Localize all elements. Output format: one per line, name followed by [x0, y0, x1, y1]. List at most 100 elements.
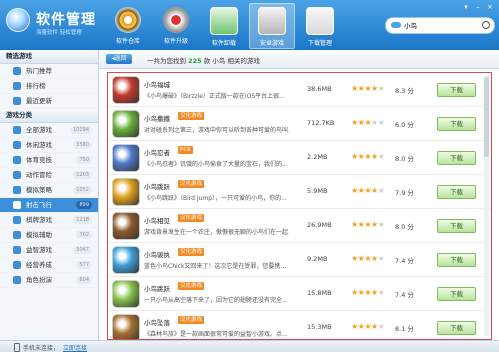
search-input[interactable]	[404, 20, 479, 30]
sidebar-item-management[interactable]: 经营养成 577	[0, 258, 98, 273]
game-size: 5.9MB	[307, 187, 328, 195]
game-name[interactable]: 小鸟跳跃	[144, 181, 170, 191]
download-button[interactable]: 下载	[437, 117, 476, 131]
rating-stars: ★★★★★	[351, 322, 385, 331]
download-button[interactable]: 下载	[437, 151, 476, 165]
game-name[interactable]: 小鸟骏执	[144, 249, 170, 259]
star-icon: ★	[371, 118, 378, 127]
sidebar-item-all[interactable]: 全部游戏 10294	[0, 123, 98, 138]
rating-stars: ★★★★★	[351, 186, 385, 195]
download-button[interactable]: 下载	[437, 185, 476, 199]
window-controls: ▾ – ×	[459, 3, 495, 11]
star-icon: ★	[364, 288, 372, 297]
game-app-icon[interactable]	[112, 280, 140, 308]
game-size: 2.2MB	[307, 153, 328, 161]
results-count: 一共为您找到 225 款 小鸟 相关的游戏	[147, 57, 260, 65]
download-button[interactable]: 下载	[437, 219, 476, 233]
game-name[interactable]: 小鸟忍者	[144, 147, 170, 157]
game-name[interactable]: 小鸟跳跃	[144, 283, 170, 293]
game-size: 38.6MB	[307, 85, 332, 93]
sidebar-item-assist[interactable]: 模拟辅助 702	[0, 228, 98, 243]
game-description: 《小鸟忍者》饥饿的小鸟偷食了大量的宝石，我们的...	[144, 161, 288, 168]
back-button[interactable]: ◂返回	[106, 54, 132, 64]
game-name[interactable]: 小鸟撒撒	[144, 113, 170, 123]
download-button[interactable]: 下载	[437, 83, 476, 97]
list-item[interactable]: 小鸟福城 《小鸟爆破》（Birzzle）正式版一款在iOS平台上很... 38.6M…	[108, 73, 491, 107]
header: 软件管理 海量软件 轻松管理 软件仓库 软件升级 软件卸载 安卓游戏 下载管理 …	[0, 0, 499, 50]
game-tag-badge: 汉化游戏	[178, 214, 205, 222]
game-app-icon[interactable]	[112, 110, 140, 138]
ball-icon	[13, 156, 21, 164]
rating-stars: ★★★★★	[351, 254, 385, 263]
star-icon: ★	[377, 118, 385, 127]
game-score: 8.3 分	[395, 87, 414, 95]
minimize-icon[interactable]: –	[473, 3, 483, 11]
list-item[interactable]: 小鸟骏执 汉化游戏 蓝色小鸟Chick又回来了！这次它是在受罪，您要携... 9.2M…	[108, 243, 491, 277]
star-icon: ★	[377, 186, 385, 195]
gear-icon	[13, 261, 21, 269]
sidebar: 精选游戏 热门推荐 排行榜 最近更新 游戏分类 全部游戏 10294 休闲游戏 35…	[0, 50, 99, 340]
nav-android-games[interactable]: 安卓游戏	[249, 3, 295, 49]
scrollbar[interactable]	[484, 75, 489, 336]
flame-icon	[13, 67, 21, 75]
sidebar-item-chess[interactable]: 棋牌游戏 1218	[0, 213, 98, 228]
list-item[interactable]: 小鸟跳跃 汉化游戏 《小鸟跳跃》（Bird Jump），一只可爱的小鸟，你的... 5…	[108, 175, 491, 209]
game-name[interactable]: 小鸟相见	[144, 215, 170, 225]
game-name[interactable]: 小鸟坠落	[144, 317, 170, 327]
game-app-icon[interactable]	[112, 76, 140, 104]
star-icon: ★	[377, 220, 385, 229]
sidebar-item-hot[interactable]: 热门推荐	[0, 64, 98, 79]
sidebar-item-casual[interactable]: 休闲游戏 3580	[0, 138, 98, 153]
nav-download-manager[interactable]: 下载管理	[297, 3, 343, 49]
download-button[interactable]: 下载	[437, 321, 476, 335]
star-icon: ★	[371, 84, 378, 93]
star-icon: ★	[364, 84, 372, 93]
top-nav: 软件仓库 软件升级 软件卸载 安卓游戏 下载管理	[105, 3, 345, 49]
download-button[interactable]: 下载	[437, 253, 476, 267]
star-icon: ★	[377, 254, 385, 263]
list-item[interactable]: 小鸟撒撒 汉化游戏 对对碰系列之第三，游戏中你可以听到各种可爱的鸟叫... 712.7…	[108, 107, 491, 141]
sidebar-item-ranking[interactable]: 排行榜	[0, 79, 98, 94]
sidebar-item-action[interactable]: 动作冒险 1203	[0, 168, 98, 183]
sidebar-item-rpg[interactable]: 角色扮演 604	[0, 273, 98, 288]
nav-software-update[interactable]: 软件升级	[153, 3, 199, 49]
list-item[interactable]: 小鸟坠落 汉化游戏 《森林鸟族》是一款画面很常可爱的益智小游戏。点... 15.3MB…	[108, 311, 491, 339]
game-app-icon[interactable]	[112, 212, 140, 240]
sidebar-item-shooting[interactable]: ▶ 射击飞行 899	[0, 198, 98, 213]
game-size: 712.7KB	[307, 119, 335, 127]
scrollbar-thumb[interactable]	[484, 77, 489, 157]
list-item[interactable]: 小鸟相见 汉化游戏 游戏背景发生在一个农庄，傲傲很无聊的小鸟们在一起... 26.9M…	[108, 209, 491, 243]
nav-software-uninstall[interactable]: 软件卸载	[201, 3, 247, 49]
game-name[interactable]: 小鸟福城	[144, 79, 170, 89]
game-app-icon[interactable]	[112, 178, 140, 206]
game-size: 9.2MB	[307, 255, 328, 263]
rating-stars: ★★★★★	[351, 152, 385, 161]
star-icon: ★	[351, 152, 358, 161]
status-bar: 手机未连接， 立即连接	[0, 340, 499, 352]
download-button[interactable]: 下载	[437, 287, 476, 301]
sidebar-item-sports[interactable]: 体育竞技 750	[0, 153, 98, 168]
sidebar-item-strategy[interactable]: 模拟策略 1052	[0, 183, 98, 198]
star-icon: ★	[377, 84, 385, 93]
star-icon: ★	[351, 186, 358, 195]
list-item[interactable]: 小鸟跳跃 汉化游戏 一只小鸟从高空落下来了，因为它的翅膀还没有完全... 15.8MB…	[108, 277, 491, 311]
sidebar-item-puzzle[interactable]: 益智游戏 3047	[0, 243, 98, 258]
nav-software-store[interactable]: 软件仓库	[105, 3, 151, 49]
star-icon: ★	[364, 322, 372, 331]
star-icon: ★	[351, 84, 358, 93]
game-app-icon[interactable]	[112, 246, 140, 274]
star-icon: ★	[377, 322, 385, 331]
mask-icon	[13, 276, 21, 284]
game-icon	[13, 141, 21, 149]
game-app-icon[interactable]	[112, 144, 140, 172]
search-icon[interactable]	[482, 21, 490, 29]
skin-icon[interactable]: ▾	[461, 3, 471, 11]
close-icon[interactable]: ×	[485, 3, 495, 11]
software-manager-window: 软件管理 海量软件 轻松管理 软件仓库 软件升级 软件卸载 安卓游戏 下载管理 …	[0, 0, 499, 352]
list-item[interactable]: 小鸟忍者 PC6 《小鸟忍者》饥饿的小鸟偷食了大量的宝石，我们的... 2.2MB ★★…	[108, 141, 491, 175]
game-score: 7.4 分	[395, 291, 414, 299]
sidebar-item-recent[interactable]: 最近更新	[0, 94, 98, 109]
star-icon: ★	[371, 220, 378, 229]
cards-icon	[13, 216, 21, 224]
game-app-icon[interactable]	[112, 314, 140, 339]
